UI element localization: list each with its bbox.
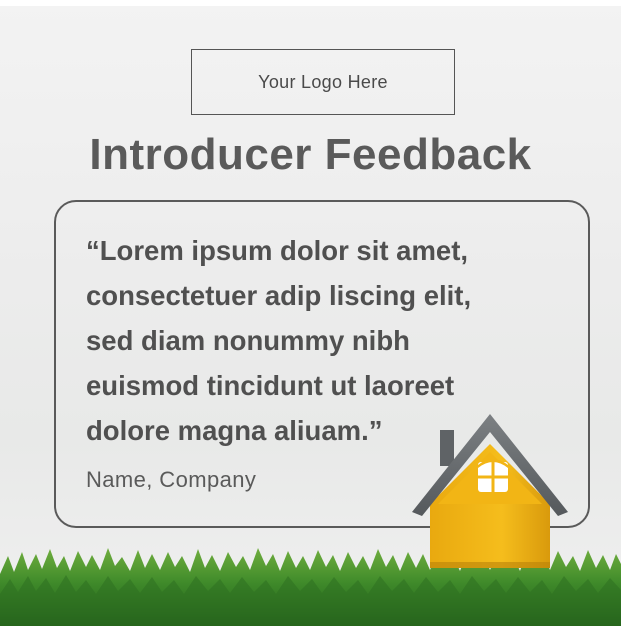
page-title: Introducer Feedback xyxy=(89,130,532,179)
logo-placeholder: Your Logo Here xyxy=(191,49,455,115)
testimonial-attribution: Name, Company xyxy=(86,467,257,492)
window-icon xyxy=(478,459,508,492)
top-edge xyxy=(0,0,621,6)
feedback-card-canvas: Your Logo Here Introducer Feedback “Lore… xyxy=(0,0,621,626)
logo-label: Your Logo Here xyxy=(258,71,388,92)
house-icon xyxy=(412,414,568,568)
